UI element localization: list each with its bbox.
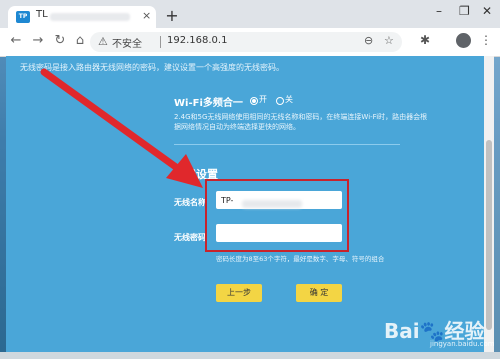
arrow-shaft xyxy=(40,68,184,174)
baidu-watermark-url: jingyan.baidu.com xyxy=(430,340,495,348)
red-arrow-annotation xyxy=(40,68,203,188)
arrow-head xyxy=(166,154,203,188)
screenshot: TP TL × + – ❐ ✕ ← → ↻ ⌂ ⚠ 不安全 192.168.0.… xyxy=(0,0,500,359)
